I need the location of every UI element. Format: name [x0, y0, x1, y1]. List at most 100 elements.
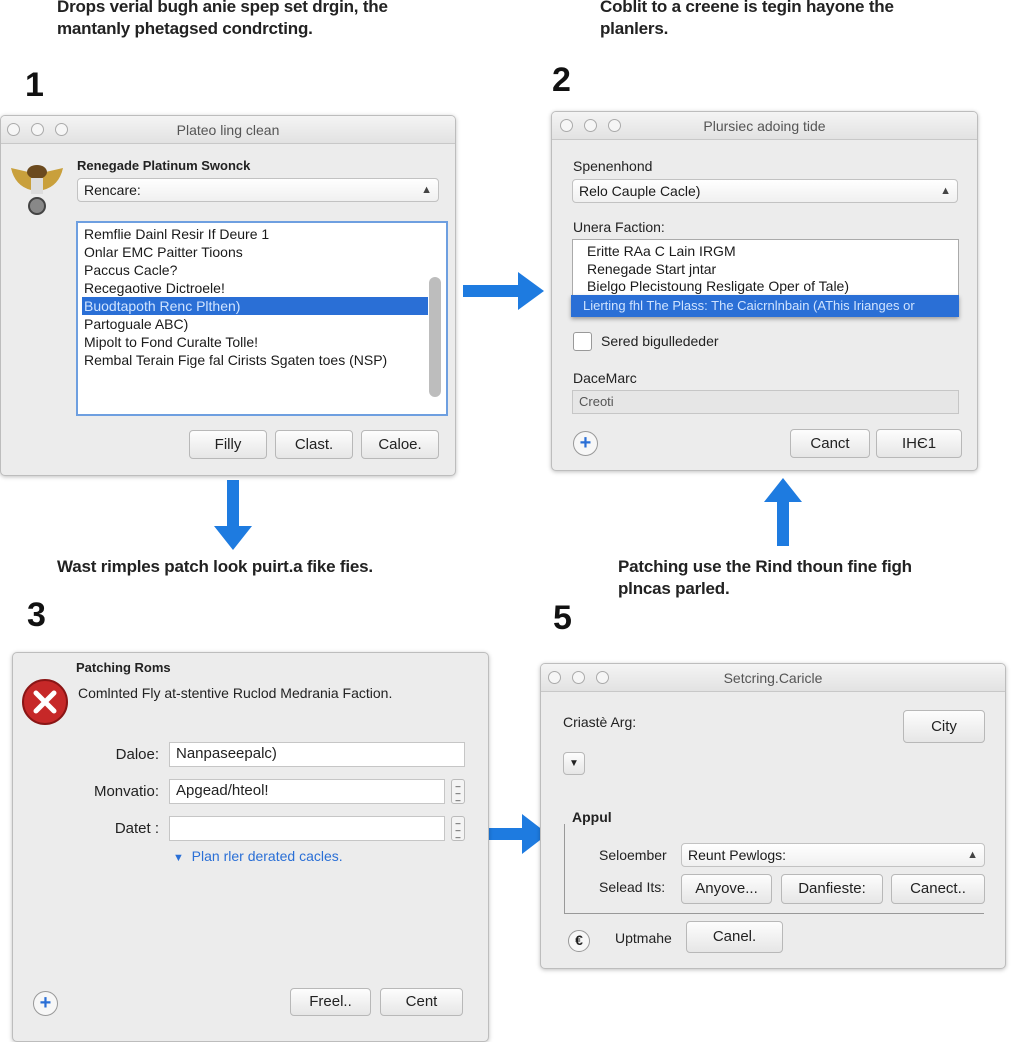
- caption-line: mantanly phetagsed condrcting.: [57, 19, 313, 38]
- close-window-button[interactable]: [7, 123, 20, 136]
- step-number-2: 2: [552, 61, 571, 99]
- arrow-down-icon: [214, 480, 252, 550]
- source-select[interactable]: Relo Cauple Cacle) ▲: [572, 179, 958, 203]
- title-bar: Plateo ling clean: [1, 116, 455, 144]
- back-icon[interactable]: €: [568, 930, 590, 952]
- error-icon: [22, 679, 68, 725]
- arrow-up-icon: [764, 478, 802, 546]
- cancel-button[interactable]: Canct: [790, 429, 870, 458]
- field-label: Selead Its:: [599, 879, 666, 895]
- close-window-button[interactable]: [560, 119, 573, 132]
- step-number-1: 1: [25, 66, 44, 104]
- details-link[interactable]: ▼ Plan rler derated cacles.: [173, 848, 343, 864]
- field-label: Monvatio:: [93, 783, 159, 800]
- minimize-window-button[interactable]: [584, 119, 597, 132]
- field-label: Unera Faction:: [573, 219, 665, 235]
- window-title: Setcring.Caricle: [723, 670, 823, 686]
- free-button[interactable]: Freel..: [290, 988, 371, 1016]
- select-value: Reunt Pewlogs:: [688, 847, 787, 863]
- error-message: Comlnted Fly at-stentive Ruclod Medrania…: [78, 685, 393, 701]
- link-text: Plan rler derated cacles.: [191, 848, 343, 864]
- text-input[interactable]: Apgead/hteol!: [169, 779, 445, 804]
- cent-button[interactable]: Cent: [380, 988, 463, 1016]
- list-item[interactable]: Buodtapoth Renc Plthen): [82, 297, 428, 315]
- canect-button[interactable]: Canect..: [891, 874, 985, 904]
- list-item[interactable]: Onlar EMC Paitter Tioons: [82, 243, 428, 261]
- caption-line: Coblit to a creene is tegin hayone the: [600, 0, 894, 16]
- stepper-icon[interactable]: – – –: [451, 779, 465, 805]
- caption-top-right: Coblit to a creene is tegin hayone the p…: [600, 0, 894, 40]
- field-label: Daloe:: [115, 746, 159, 763]
- chevron-down-icon: ▼: [173, 852, 184, 864]
- list-item[interactable]: Renegade Start jntar: [585, 260, 940, 278]
- select-value: Relo Cauple Cacle): [579, 183, 701, 199]
- title-bar: Setcring.Caricle: [541, 664, 1005, 692]
- add-icon[interactable]: +: [33, 991, 58, 1016]
- zoom-window-button[interactable]: [55, 123, 68, 136]
- dialog-2: Plursiec adoing tide Spenenhond Relo Cau…: [551, 111, 978, 471]
- field-label: Datet :: [114, 820, 159, 837]
- stepper-arrows-icon: ▲: [967, 849, 978, 861]
- caption-top-left: Drops verial bugh anie spep set drgin, t…: [57, 0, 388, 40]
- dialog-1: Plateo ling clean Renegade Platinum Swon…: [0, 115, 456, 476]
- stepper-arrows-icon: ▲: [421, 184, 432, 196]
- dialog-5: Setcring.Caricle Criastè Arg: City ▼ App…: [540, 663, 1006, 969]
- dialog-3: Patching Roms Comlnted Fly at-stentive R…: [12, 652, 489, 1042]
- danfieste-button[interactable]: Danfieste:: [781, 874, 883, 904]
- stepper-arrows-icon: ▲: [940, 185, 951, 197]
- list-item[interactable]: Mipolt to Fond Curalte Tolle!: [82, 333, 428, 351]
- confirm-button[interactable]: IHЄ1: [876, 429, 962, 458]
- field-label: Criastè Arg:: [563, 714, 637, 730]
- list-item[interactable]: Rembal Terain Fige fal Cirists Sgaten to…: [82, 351, 428, 369]
- caption-line: Patching use the Rind thoun fine figh: [618, 557, 912, 576]
- checkbox-label: Sered bigullededer: [601, 333, 719, 349]
- step-number-5: 5: [553, 599, 572, 637]
- rom-select[interactable]: Rencare: ▲: [77, 178, 439, 202]
- checkbox[interactable]: [573, 332, 592, 351]
- anyove-button[interactable]: Anyove...: [681, 874, 772, 904]
- text-input[interactable]: [169, 816, 445, 841]
- member-select[interactable]: Reunt Pewlogs: ▲: [681, 843, 985, 867]
- text-input[interactable]: Nanpaseepalc): [169, 742, 465, 767]
- highlighted-option[interactable]: Lierting fhl The Plass: The Caicrnlnbain…: [571, 295, 959, 317]
- list-item[interactable]: Recegaotive Dictroele!: [82, 279, 428, 297]
- stepper-icon[interactable]: – – –: [451, 816, 465, 842]
- minimize-window-button[interactable]: [31, 123, 44, 136]
- field-label: Seloember: [599, 847, 667, 863]
- scrollbar-thumb[interactable]: [429, 277, 441, 397]
- faction-listbox[interactable]: Eritte RAa C Lain IRGM Renegade Start jnt…: [572, 239, 959, 299]
- caption-mid-right: Patching use the Rind thoun fine figh pl…: [618, 556, 912, 600]
- list-item[interactable]: Eritte RAa C Lain IRGM: [585, 242, 940, 260]
- list-item[interactable]: Remflie Dainl Resir If Deure 1: [82, 225, 428, 243]
- window-title: Plursiec adoing tide: [703, 118, 826, 134]
- filly-button[interactable]: Filly: [189, 430, 267, 459]
- winged-emblem-icon: [11, 165, 63, 215]
- clast-button[interactable]: Clast.: [275, 430, 353, 459]
- zoom-window-button[interactable]: [608, 119, 621, 132]
- canel-button[interactable]: Canel.: [686, 921, 783, 953]
- arrow-right-icon: [463, 272, 544, 310]
- add-icon[interactable]: +: [573, 431, 598, 456]
- select-value: Rencare:: [84, 182, 141, 198]
- field-label: Spenenhond: [573, 158, 653, 174]
- list-item[interactable]: Bielgo Plecistoung Resligate Oper of Tal…: [585, 277, 940, 295]
- dropdown-toggle[interactable]: ▼: [563, 752, 585, 775]
- close-window-button[interactable]: [548, 671, 561, 684]
- caret-down-icon: ▼: [569, 758, 579, 769]
- dialog-heading: Renegade Platinum Swonck: [77, 158, 251, 173]
- field-label: DaceMarc: [573, 370, 637, 386]
- list-item[interactable]: Paccus Cacle?: [82, 261, 428, 279]
- minimize-window-button[interactable]: [572, 671, 585, 684]
- list-item[interactable]: Partoguale ABC): [82, 315, 428, 333]
- caloe-button[interactable]: Caloe.: [361, 430, 439, 459]
- input-value: Creoti: [579, 394, 614, 409]
- caption-mid-left: Wast rimples patch look puirt.a fike fie…: [57, 557, 373, 576]
- rom-listbox[interactable]: Remflie Dainl Resir If Deure 1 Onlar EMC …: [76, 221, 448, 416]
- window-title: Plateo ling clean: [176, 122, 280, 138]
- field-label: Uptmahe: [615, 930, 672, 946]
- zoom-window-button[interactable]: [596, 671, 609, 684]
- caption-line: Drops verial bugh anie spep set drgin, t…: [57, 0, 388, 16]
- city-button[interactable]: City: [903, 710, 985, 743]
- dacemarc-input[interactable]: Creoti: [572, 390, 959, 414]
- group-label: Appul: [572, 809, 612, 825]
